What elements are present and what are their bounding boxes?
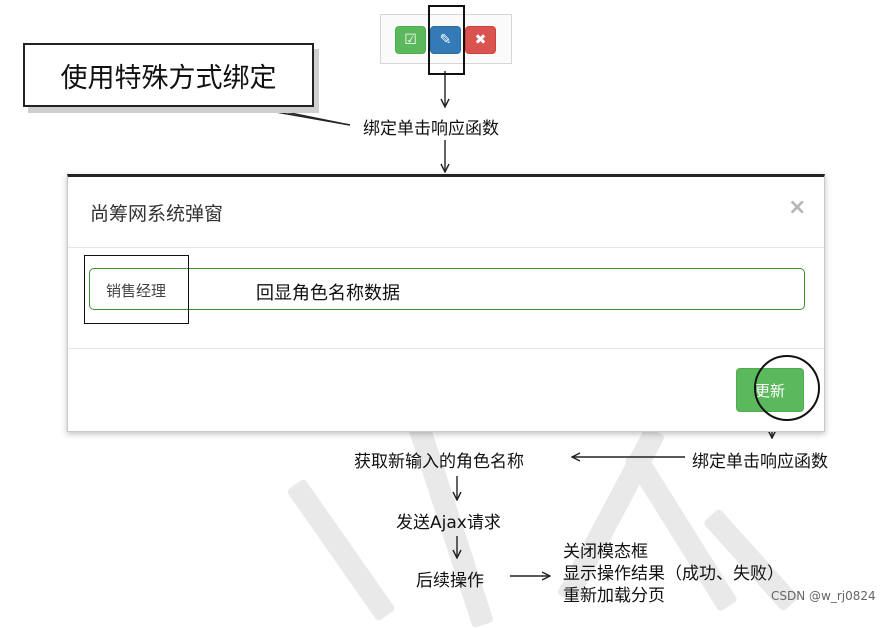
- close-icon: ✖: [474, 32, 487, 48]
- send-ajax-label: 发送Ajax请求: [396, 513, 501, 533]
- confirm-button[interactable]: ☑: [395, 26, 426, 54]
- results-list: 关闭模态框 显示操作结果（成功、失败） 重新加载分页: [563, 541, 784, 607]
- callout-text: 使用特殊方式绑定: [60, 62, 277, 94]
- close-icon[interactable]: ×: [788, 195, 806, 220]
- delete-button[interactable]: ✖: [465, 26, 496, 54]
- modal-footer-divider: [68, 348, 824, 349]
- get-new-role-label: 获取新输入的角色名称: [354, 452, 524, 472]
- result-item: 关闭模态框: [563, 542, 648, 562]
- edit-button-highlight: [428, 5, 465, 75]
- csdn-credit: CSDN @w_rj0824: [771, 589, 876, 603]
- check-square-icon: ☑: [404, 32, 417, 48]
- modal-dialog: 尚筹网系统弹窗 × 销售经理 更新: [67, 174, 825, 432]
- callout-pointer-line: [229, 103, 351, 126]
- follow-up-label: 后续操作: [416, 571, 484, 591]
- update-button-highlight: [754, 355, 820, 421]
- special-binding-callout: 使用特殊方式绑定: [23, 43, 314, 107]
- role-value-highlight: [84, 255, 189, 324]
- modal-title: 尚筹网系统弹窗: [90, 203, 224, 225]
- bind-click-label-top: 绑定单击响应函数: [363, 119, 499, 139]
- result-item: 显示操作结果（成功、失败）: [563, 564, 784, 584]
- modal-header-divider: [68, 247, 824, 248]
- echo-role-label: 回显角色名称数据: [256, 283, 400, 304]
- role-name-input[interactable]: 销售经理: [89, 268, 805, 310]
- bind-click-label-right: 绑定单击响应函数: [692, 452, 828, 472]
- result-item: 重新加载分页: [563, 586, 665, 606]
